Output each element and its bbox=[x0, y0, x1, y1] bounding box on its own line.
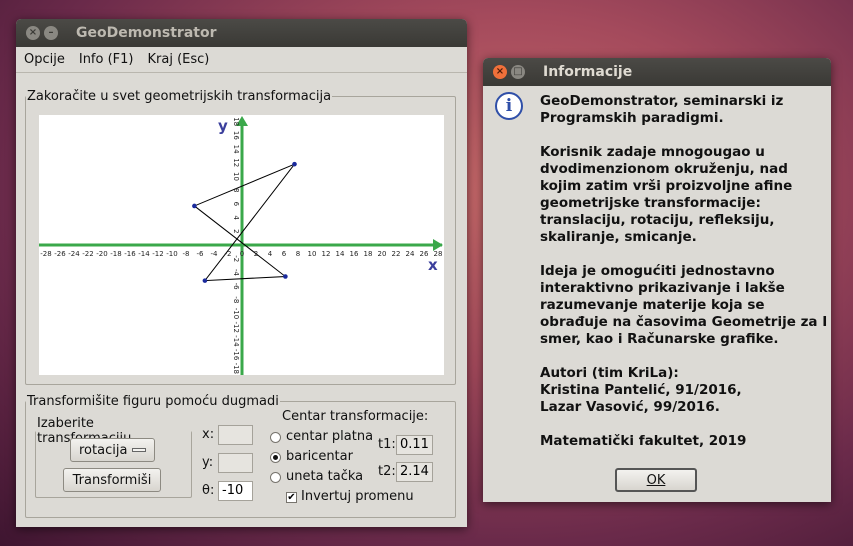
info-titlebar[interactable]: × □ Informacije bbox=[483, 58, 831, 86]
main-window: × – GeoDemonstrator Opcije Info (F1) Kra… bbox=[16, 19, 467, 527]
y-tick-label: -8 bbox=[232, 296, 240, 303]
transform-button[interactable]: Transformiši bbox=[63, 468, 161, 492]
theta-label: θ: bbox=[202, 483, 215, 498]
info-paragraph: Ideja je omogućiti jednostavno interakti… bbox=[540, 263, 828, 347]
y-tick-label: 12 bbox=[232, 158, 240, 167]
polygon-vertex bbox=[292, 161, 297, 167]
x-label: x: bbox=[202, 427, 215, 442]
info-paragraph: Korisnik zadaje mnogougao u dvodimenzion… bbox=[540, 144, 793, 245]
x-tick-label: -22 bbox=[82, 250, 93, 258]
maximize-icon[interactable]: □ bbox=[511, 65, 525, 79]
radio-uneta-tacka-label[interactable]: uneta tačka bbox=[286, 469, 363, 484]
x-tick-label: 20 bbox=[378, 250, 387, 258]
x-tick-label: -26 bbox=[54, 250, 66, 258]
close-icon[interactable]: × bbox=[493, 65, 507, 79]
y-tick-label: 4 bbox=[232, 215, 240, 220]
y-label: y: bbox=[202, 455, 214, 470]
plot-svg[interactable]: -28 -26 -24 -22 -20 -18 -16 -14 -12 -10 -8 -6 -4 -2 0 2… bbox=[39, 115, 444, 375]
y-tick-label: -10 bbox=[232, 308, 240, 319]
x-tick-label: -10 bbox=[166, 250, 177, 258]
plot-canvas[interactable]: -28 -26 -24 -22 -20 -18 -16 -14 -12 -10 -8 -6 -4 -2 0 2… bbox=[39, 115, 444, 375]
canvas-group-title: Zakoračite u svet geometrijskih transfor… bbox=[27, 89, 332, 104]
x-tick-label: -18 bbox=[110, 250, 121, 258]
radio-uneta-tacka[interactable] bbox=[270, 472, 281, 483]
transform-group-title: Transformišite figuru pomoću dugmadi bbox=[27, 394, 279, 409]
x-tick-label: -20 bbox=[96, 250, 107, 258]
x-tick-label: 8 bbox=[296, 250, 300, 258]
y-input[interactable] bbox=[218, 453, 253, 473]
menu-opcije[interactable]: Opcije bbox=[24, 52, 65, 67]
y-tick-label: -12 bbox=[232, 321, 240, 332]
t2-label: t2: bbox=[378, 464, 396, 479]
t1-input[interactable]: 0.11 bbox=[396, 435, 433, 455]
x-tick-label: -6 bbox=[197, 250, 205, 258]
y-tick-label: -4 bbox=[232, 269, 240, 277]
info-message: GeoDemonstrator, seminarski iz Programsk… bbox=[540, 93, 828, 467]
polygon-vertex bbox=[283, 274, 288, 279]
theta-input[interactable]: -10 bbox=[218, 481, 253, 501]
y-tick-label: -14 bbox=[232, 335, 240, 347]
info-paragraph: Autori (tim KriLa): Kristina Pantelić, 9… bbox=[540, 365, 742, 415]
x-tick-label: -24 bbox=[68, 250, 80, 258]
x-tick-label: -14 bbox=[138, 250, 150, 258]
info-icon: i bbox=[495, 92, 523, 120]
polygon-shape bbox=[193, 162, 297, 282]
menu-info[interactable]: Info (F1) bbox=[79, 52, 134, 67]
y-tick-label: -2 bbox=[232, 255, 240, 262]
radio-centar-platna[interactable] bbox=[270, 432, 281, 443]
y-tick-label: 6 bbox=[232, 202, 240, 207]
x-tick-label: 22 bbox=[392, 250, 401, 258]
y-tick-label: 2 bbox=[232, 229, 240, 233]
y-axis-label: y bbox=[218, 117, 228, 135]
t2-input[interactable]: 2.14 bbox=[396, 462, 433, 482]
x-axis-label: x bbox=[428, 256, 438, 274]
window-title: GeoDemonstrator bbox=[76, 25, 217, 41]
x-tick-label: -8 bbox=[183, 250, 190, 258]
info-window: × □ Informacije i GeoDemonstrator, semin… bbox=[483, 58, 831, 502]
transformation-select-value: rotacija bbox=[79, 442, 128, 458]
t1-label: t1: bbox=[378, 437, 396, 452]
x-tick-label: -16 bbox=[124, 250, 136, 258]
ok-button[interactable]: OK bbox=[615, 468, 697, 492]
main-titlebar[interactable]: × – GeoDemonstrator bbox=[16, 19, 467, 47]
info-paragraph: GeoDemonstrator, seminarski iz Programsk… bbox=[540, 93, 784, 126]
y-tick-label: -16 bbox=[232, 349, 240, 361]
y-tick-label: -6 bbox=[232, 283, 240, 291]
polygon-vertex bbox=[202, 278, 208, 283]
polygon-vertex bbox=[192, 203, 197, 209]
y-tick-label: 16 bbox=[232, 131, 240, 140]
x-tick-label: 14 bbox=[336, 250, 345, 258]
y-tick-label: 14 bbox=[232, 145, 240, 154]
x-input[interactable] bbox=[218, 425, 253, 445]
invert-label[interactable]: Invertuj promenu bbox=[301, 489, 414, 504]
radio-baricentar[interactable] bbox=[270, 452, 281, 463]
menubar: Opcije Info (F1) Kraj (Esc) bbox=[16, 47, 467, 73]
close-icon[interactable]: × bbox=[26, 26, 40, 40]
invert-checkbox[interactable]: ✔ bbox=[286, 492, 297, 503]
x-tick-label: 6 bbox=[282, 250, 287, 258]
info-window-title: Informacije bbox=[543, 64, 633, 80]
x-tick-label: -12 bbox=[152, 250, 163, 258]
x-tick-label: 4 bbox=[268, 250, 273, 258]
x-tick-label: 24 bbox=[406, 250, 415, 258]
y-tick-label: 18 bbox=[232, 117, 240, 126]
x-tick-label: 18 bbox=[364, 250, 373, 258]
radio-centar-platna-label[interactable]: centar platna bbox=[286, 429, 373, 444]
x-tick-label: -4 bbox=[211, 250, 219, 258]
menu-kraj[interactable]: Kraj (Esc) bbox=[148, 52, 210, 67]
transformation-select[interactable]: rotacija bbox=[70, 438, 155, 462]
x-tick-label: -28 bbox=[40, 250, 51, 258]
minimize-icon[interactable]: – bbox=[44, 26, 58, 40]
info-paragraph: Matematički fakultet, 2019 bbox=[540, 433, 747, 449]
option-menu-indicator-icon bbox=[132, 448, 146, 452]
y-tick-label: 10 bbox=[232, 172, 240, 181]
radio-baricentar-label[interactable]: baricentar bbox=[286, 449, 353, 464]
center-title: Centar transformacije: bbox=[282, 409, 429, 424]
x-tick-label: 16 bbox=[350, 250, 359, 258]
y-tick-label: -18 bbox=[232, 363, 240, 374]
x-tick-label: 10 bbox=[308, 250, 317, 258]
x-tick-label: 12 bbox=[322, 250, 331, 258]
